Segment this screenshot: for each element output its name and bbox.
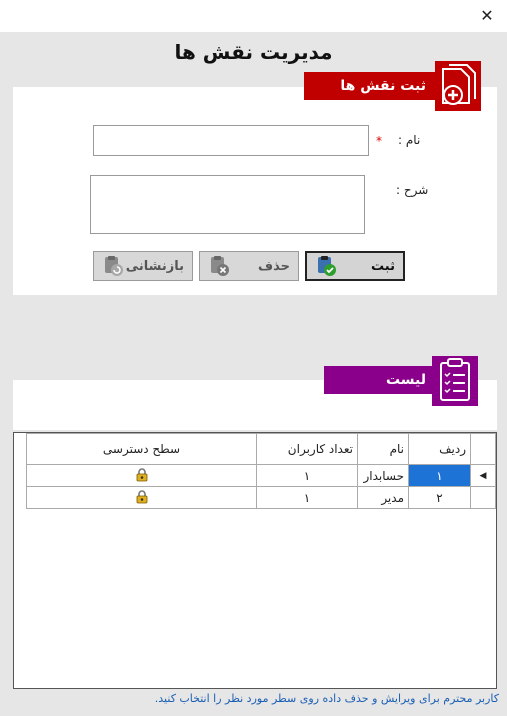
table-row[interactable]: ◀ ۱ حسابدار ۱ xyxy=(26,464,496,487)
description-textarea[interactable] xyxy=(90,175,365,234)
roles-table: ردیف نام تعداد کاربران سطح دسترسی ◀ ۱ حس… xyxy=(26,433,496,509)
header-name[interactable]: نام xyxy=(357,433,409,465)
header-access-level[interactable]: سطح دسترسی xyxy=(26,433,257,465)
register-section-tag: ثبت نقش ها xyxy=(304,72,438,100)
required-mark: * xyxy=(376,134,382,148)
delete-button[interactable]: حذف xyxy=(199,251,299,281)
cell-user-count[interactable]: ۱ xyxy=(256,486,358,509)
reset-button-label: بازنشانی xyxy=(125,258,184,274)
lock-icon[interactable] xyxy=(135,489,149,504)
clipboard-list-icon xyxy=(432,356,478,406)
page-title: مدیریت نقش ها xyxy=(174,40,333,64)
delete-icon xyxy=(211,256,229,276)
save-button[interactable]: ثبت xyxy=(305,251,405,281)
name-label: نام : xyxy=(398,133,421,147)
cell-access-level[interactable] xyxy=(26,464,257,487)
add-document-icon xyxy=(435,61,481,111)
name-input[interactable] xyxy=(93,125,369,156)
delete-button-label: حذف xyxy=(258,258,290,274)
description-label: شرح : xyxy=(396,183,429,197)
roles-grid[interactable]: ردیف نام تعداد کاربران سطح دسترسی ◀ ۱ حس… xyxy=(13,432,497,689)
cell-name[interactable]: حسابدار xyxy=(357,464,409,487)
header-user-count[interactable]: تعداد کاربران xyxy=(256,433,358,465)
save-button-label: ثبت xyxy=(371,258,395,274)
table-header-row: ردیف نام تعداد کاربران سطح دسترسی xyxy=(26,433,496,465)
cell-user-count[interactable]: ۱ xyxy=(256,464,358,487)
row-header-corner xyxy=(470,433,496,465)
header-row-number[interactable]: ردیف xyxy=(408,433,471,465)
row-pointer[interactable] xyxy=(470,486,496,509)
table-row[interactable]: ۲ مدیر ۱ xyxy=(26,486,496,509)
reset-icon xyxy=(105,256,123,276)
close-button[interactable]: ✕ xyxy=(477,6,497,26)
cell-name[interactable]: مدیر xyxy=(357,486,409,509)
title-bar: ✕ xyxy=(0,0,507,32)
hint-text: کاربر محترم برای ویرایش و حذف داده روی س… xyxy=(154,692,499,705)
list-section-tag: لیست اطلاعات xyxy=(324,366,438,416)
reset-button[interactable]: بازنشانی xyxy=(93,251,193,281)
row-pointer[interactable]: ◀ xyxy=(470,464,496,487)
cell-row-number[interactable]: ۱ xyxy=(408,464,471,487)
save-check-icon xyxy=(318,256,336,276)
cell-row-number[interactable]: ۲ xyxy=(408,486,471,509)
cell-access-level[interactable] xyxy=(26,486,257,509)
lock-icon[interactable] xyxy=(135,467,149,482)
